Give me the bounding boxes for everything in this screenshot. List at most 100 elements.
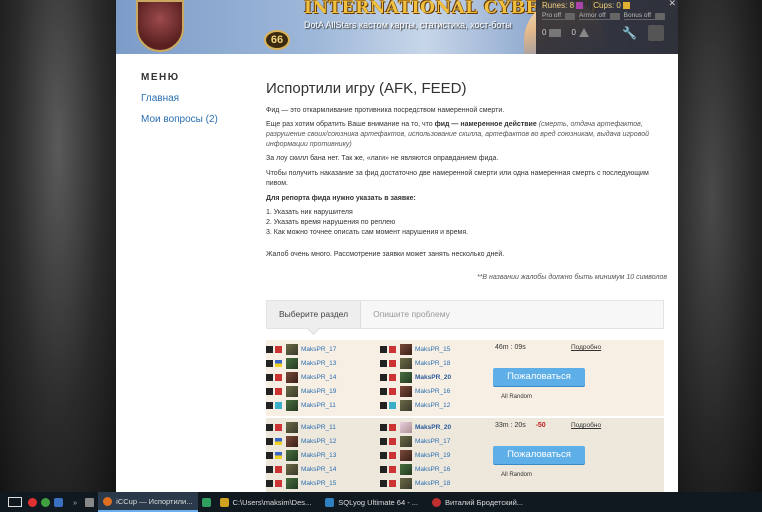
rune-icon [576,2,584,10]
alerts-counter[interactable]: 0 [571,28,589,38]
hero-icon [286,421,298,433]
hero-icon [286,449,298,461]
match-details-link[interactable]: Подробно [571,422,601,429]
flag-icon [275,423,282,431]
tab-choose-section[interactable]: Выберите раздел [267,301,362,328]
flag-icon [275,451,282,459]
taskbar-item-folder[interactable]: C:\Users\maksim\Des... [215,492,317,512]
rank-icon [266,373,273,381]
report-button[interactable]: Пожаловаться [493,446,585,464]
flag-icon [275,388,282,396]
cups-label: Cups: 0 [593,1,621,10]
hero-icon [286,464,298,476]
chrome-icon[interactable] [41,497,50,507]
player-name[interactable]: MaksPR_14 [301,466,336,473]
player-name[interactable]: MaksPR_18 [415,360,450,367]
start-button[interactable] [8,497,22,507]
match-duration: 46m : 09s [495,344,526,351]
hero-icon [400,371,412,383]
player-name[interactable]: MaksPR_17 [415,438,450,445]
sidebar-menu: МЕНЮ Главная Мои вопросы (2) [141,72,251,135]
sidebar-item-home[interactable]: Главная [141,93,251,104]
user-avatar[interactable] [648,25,664,41]
explorer-icon[interactable] [54,497,63,507]
player-name[interactable]: MaksPR_12 [415,402,450,409]
player-name[interactable]: MaksPR_16 [415,388,450,395]
player-name[interactable]: MaksPR_12 [301,438,336,445]
player-name[interactable]: MaksPR_15 [415,346,450,353]
player-name[interactable]: MaksPR_19 [415,452,450,459]
rank-icon [266,480,273,488]
background-right [678,0,762,492]
messages-count: 0 [542,28,547,38]
player-name[interactable]: MaksPR_16 [415,466,450,473]
flag-icon [389,437,396,445]
requirements-list: 1. Указать ник нарушителя 2. Указать вре… [266,208,666,238]
player-name[interactable]: MaksPR_14 [301,374,336,381]
taskbar-item-firefox[interactable]: iCCup — Испортили... [98,492,198,512]
player-name[interactable]: MaksPR_18 [415,480,450,487]
paragraph-attention: Еще раз хотим обратить Ваше внимание на … [266,120,666,150]
flag-icon [275,480,282,488]
flag-icon [275,373,282,381]
messages-counter[interactable]: 0 [542,28,562,38]
paragraph-lowskill: За лоу скилл бана нет. Так же, «лаги» не… [266,155,499,162]
match-duration: 33m : 20s [495,422,526,429]
player-row: MaksPR_11 [266,420,376,434]
flag-icon [389,466,396,474]
player-name[interactable]: MaksPR_11 [301,424,336,431]
player-row: MaksPR_19 [380,448,490,462]
logo-icon[interactable] [136,0,184,52]
settings-wrench-icon[interactable]: 🔧 [622,26,637,40]
player-name-self[interactable]: MaksPR_20 [415,424,451,431]
player-name[interactable]: MaksPR_13 [301,452,336,459]
player-name[interactable]: MaksPR_13 [301,360,336,367]
messenger-icon[interactable] [201,497,211,507]
list-item: 3. Как можно точнее описать сам момент н… [266,229,469,236]
chat-icon [432,497,442,507]
cup-icon [622,2,630,10]
report-button[interactable]: Пожаловаться [493,368,585,386]
pro-toggle[interactable]: Pro off [542,12,576,20]
sidebar-item-my-questions[interactable]: Мои вопросы (2) [141,114,251,125]
player-name[interactable]: MaksPR_19 [301,388,336,395]
hero-icon [286,343,298,355]
flag-icon [389,373,396,381]
rank-icon [266,437,273,445]
taskbar-item-label: iCCup — Испортили... [116,496,193,506]
rating-delta: -50 [535,422,546,429]
bonus-toggle[interactable]: Bonus off [623,12,666,20]
close-icon[interactable]: ✕ [668,0,676,9]
player-row: MaksPR_20 [380,370,490,384]
player-name[interactable]: MaksPR_17 [301,346,336,353]
requirements-title: Для репорта фида нужно указать в заявке: [266,194,666,204]
taskbar-item-chat[interactable]: Виталий Бродетский... [427,492,528,512]
match-details-link[interactable]: Подробно [571,344,601,351]
match-info: 33m : 20s -50 Подробно Пожаловаться All … [493,422,665,478]
overflow-chevron-icon[interactable]: » [73,498,77,507]
player-name[interactable]: MaksPR_15 [301,480,336,487]
flag-icon [275,402,282,410]
player-row: MaksPR_16 [380,463,490,477]
app-icon[interactable] [85,497,95,507]
player-name[interactable]: MaksPR_11 [301,402,336,409]
hero-icon [400,449,412,461]
tab-describe-problem[interactable]: Опишите проблему [361,301,462,328]
player-name-self[interactable]: MaksPR_20 [415,374,451,381]
rank-icon [266,402,273,410]
armor-toggle[interactable]: Armor off [579,12,620,20]
hero-icon [400,386,412,398]
flag-icon [275,345,282,353]
sidebar-title: МЕНЮ [141,72,180,83]
hero-icon [286,435,298,447]
team-radiant: MaksPR_17 MaksPR_13 MaksPR_14 MaksPR_19 … [266,342,376,413]
player-row: MaksPR_18 [380,356,490,370]
player-row: MaksPR_13 [266,356,376,370]
hero-icon [400,421,412,433]
rank-icon [266,388,273,396]
rank-icon [380,423,387,431]
taskbar-item-sqlyog[interactable]: SQLyog Ultimate 64 - ... [320,492,423,512]
flag-icon [275,437,282,445]
opera-icon[interactable] [28,497,37,507]
page-title: Испортили игру (AFK, FEED) [266,80,467,97]
